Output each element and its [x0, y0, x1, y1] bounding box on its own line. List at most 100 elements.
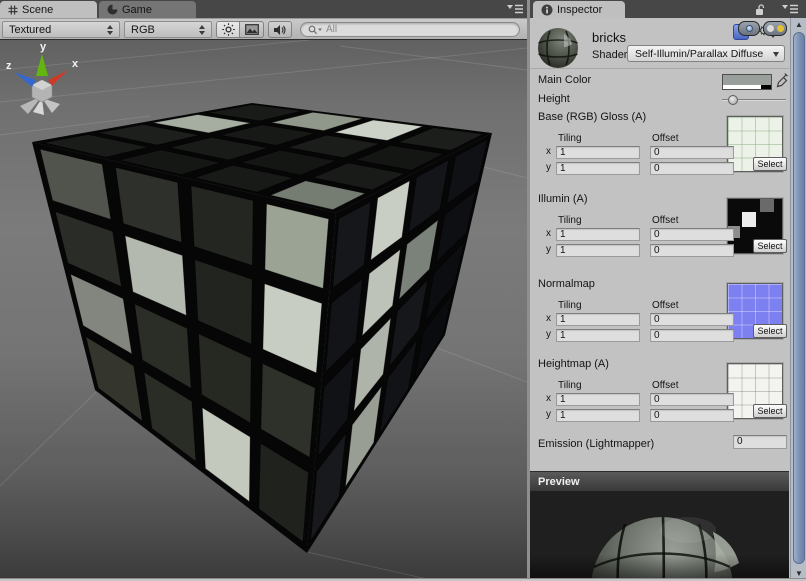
- inspector-pane-menu-icon[interactable]: [782, 4, 798, 15]
- x-row-label: x: [546, 393, 551, 404]
- select-texture-button[interactable]: Select: [753, 404, 787, 418]
- x-row-label: x: [546, 313, 551, 324]
- scene-tab-row: Scene Game: [0, 0, 527, 18]
- tiling-x-field[interactable]: 1: [556, 228, 640, 241]
- speaker-icon: [273, 24, 287, 36]
- tab-inspector[interactable]: Inspector: [533, 1, 625, 18]
- skybox-toggle-button[interactable]: [240, 21, 264, 38]
- y-row-label: y: [546, 244, 551, 255]
- lock-icon[interactable]: [755, 4, 766, 16]
- offset-x-field[interactable]: 0: [650, 146, 734, 159]
- render-mode-dropdown[interactable]: Textured: [2, 21, 120, 38]
- lighting-toggle-button[interactable]: [216, 21, 240, 38]
- offset-x-field[interactable]: 0: [650, 228, 734, 241]
- tab-scene[interactable]: Scene: [0, 1, 97, 18]
- tab-inspector-label: Inspector: [557, 4, 602, 16]
- eyedropper-icon[interactable]: [776, 73, 788, 88]
- texture-section-illumin: Illumin (A) Select Tiling Offset x 1 0 y…: [530, 193, 789, 259]
- color-mode-value: RGB: [131, 24, 155, 36]
- tiling-x-field[interactable]: 1: [556, 146, 640, 159]
- tiling-label: Tiling: [558, 300, 582, 311]
- chevron-down-icon: [773, 52, 779, 57]
- scrollbar-thumb[interactable]: [793, 32, 805, 564]
- scene-pane-menu-icon[interactable]: [507, 4, 523, 15]
- unity-editor-window: Scene Game Textured RGB: [0, 0, 806, 581]
- preview-body[interactable]: [530, 492, 789, 581]
- scene-viewport[interactable]: y x z: [0, 40, 527, 581]
- offset-label: Offset: [652, 300, 679, 311]
- gizmo-z-axis-cone[interactable]: [14, 72, 36, 87]
- inspector-panel: Inspector: [530, 0, 806, 581]
- offset-x-field[interactable]: 0: [650, 393, 734, 406]
- offset-y-field[interactable]: 0: [650, 409, 734, 422]
- offset-label: Offset: [652, 215, 679, 226]
- tab-game[interactable]: Game: [99, 1, 196, 18]
- thumb-cell: [742, 212, 757, 227]
- material-name: bricks: [592, 30, 626, 45]
- emission-field[interactable]: 0: [733, 435, 787, 449]
- slider-knob[interactable]: [728, 95, 738, 105]
- preview-title: Preview: [538, 476, 580, 488]
- scene-search-field[interactable]: All: [300, 22, 520, 37]
- updown-arrows-icon: [107, 25, 113, 35]
- main-color-label: Main Color: [538, 74, 591, 86]
- emission-label: Emission (Lightmapper): [538, 438, 654, 450]
- offset-label: Offset: [652, 380, 679, 391]
- offset-y-field[interactable]: 0: [650, 162, 734, 175]
- audio-toggle-button[interactable]: [268, 21, 292, 38]
- section-title: Heightmap (A): [538, 358, 609, 370]
- y-row-label: y: [546, 409, 551, 420]
- sun-icon: [222, 23, 235, 36]
- offset-y-field[interactable]: 0: [650, 244, 734, 257]
- main-color-swatch[interactable]: [722, 74, 772, 90]
- x-row-label: x: [546, 146, 551, 157]
- select-texture-button[interactable]: Select: [753, 157, 787, 171]
- info-icon: [541, 4, 553, 16]
- grid-icon: [8, 5, 18, 15]
- tiling-y-field[interactable]: 1: [556, 409, 640, 422]
- header-separator: [530, 68, 789, 69]
- gizmo-y-axis-cone[interactable]: [36, 54, 48, 76]
- scene-panel: Scene Game Textured RGB: [0, 0, 527, 581]
- alpha-bar: [723, 85, 771, 89]
- tab-scene-label: Scene: [22, 4, 53, 16]
- gizmo-y-label: y: [40, 41, 47, 53]
- search-placeholder-text: All: [326, 24, 337, 35]
- shader-dropdown[interactable]: Self-Illumin/Parallax Diffuse: [627, 45, 785, 62]
- preview-model-button[interactable]: [738, 21, 760, 36]
- gizmo-z-label: z: [6, 60, 12, 72]
- tiling-y-field[interactable]: 1: [556, 244, 640, 257]
- color-mode-dropdown[interactable]: RGB: [124, 21, 212, 38]
- select-texture-button[interactable]: Select: [753, 239, 787, 253]
- scroll-up-arrow-icon[interactable]: ▲: [791, 19, 806, 31]
- tiling-x-field[interactable]: 1: [556, 393, 640, 406]
- select-texture-button[interactable]: Select: [753, 324, 787, 338]
- preview-light-toggle[interactable]: [763, 21, 787, 36]
- height-slider[interactable]: [722, 94, 786, 106]
- inspector-body: bricks Shader Self-Illumin/Parallax Diff…: [530, 18, 806, 581]
- orientation-gizmo[interactable]: y x z: [0, 40, 84, 124]
- scene-toolbar: Textured RGB: [0, 18, 527, 40]
- inspector-scrollbar[interactable]: ▲ ▼: [790, 18, 806, 581]
- gizmo-x-axis-cone[interactable]: [48, 70, 68, 86]
- y-row-label: y: [546, 329, 551, 340]
- toggle-dot-off: [767, 25, 774, 32]
- section-title: Illumin (A): [538, 193, 588, 205]
- tab-game-label: Game: [122, 4, 152, 16]
- tiling-y-field[interactable]: 1: [556, 162, 640, 175]
- tiling-label: Tiling: [558, 380, 582, 391]
- texture-section-heightmap: Heightmap (A) Select Tiling Offset x 1 0…: [530, 358, 789, 424]
- shader-value: Self-Illumin/Parallax Diffuse: [635, 48, 763, 60]
- tiling-x-field[interactable]: 1: [556, 313, 640, 326]
- image-icon: [245, 24, 259, 35]
- offset-label: Offset: [652, 133, 679, 144]
- tiling-y-field[interactable]: 1: [556, 329, 640, 342]
- toggle-dot-on: [777, 25, 784, 32]
- preview-sphere-render: [530, 492, 789, 581]
- offset-x-field[interactable]: 0: [650, 313, 734, 326]
- section-title: Normalmap: [538, 278, 595, 290]
- offset-y-field[interactable]: 0: [650, 329, 734, 342]
- preview-header[interactable]: Preview: [530, 471, 789, 492]
- height-label: Height: [538, 93, 570, 105]
- inspector-tab-row: Inspector: [530, 0, 806, 18]
